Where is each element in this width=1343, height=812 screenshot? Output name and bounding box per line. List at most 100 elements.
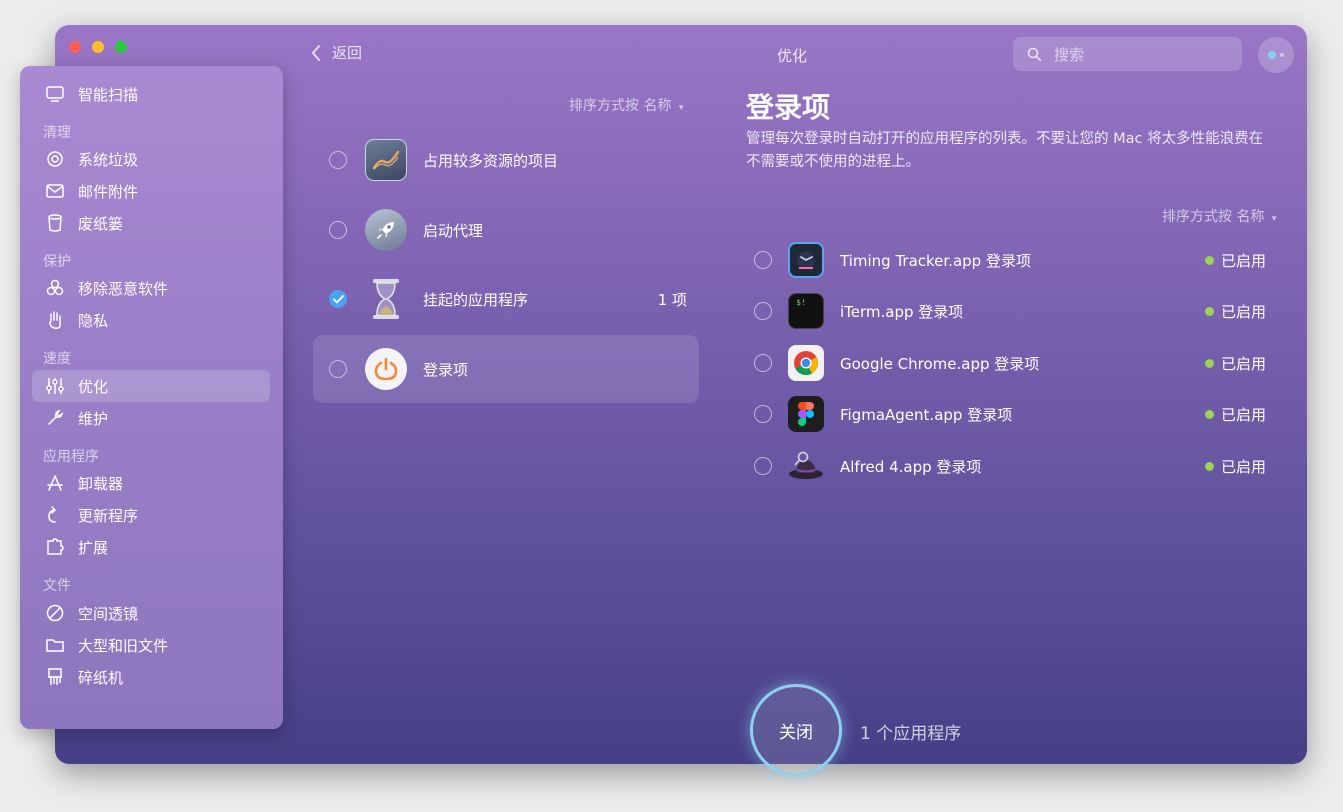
- login-item-label: Alfred 4.app 登录项: [840, 457, 982, 476]
- sidebar-item-maintenance[interactable]: 维护: [32, 402, 270, 434]
- sidebar-item-label: 废纸篓: [78, 214, 124, 233]
- login-item-radio[interactable]: [754, 405, 772, 423]
- status-dot-icon: [1204, 255, 1214, 265]
- lens-icon: [44, 602, 66, 624]
- sidebar-item-label: 邮件附件: [78, 182, 139, 201]
- category-row-hung-applications[interactable]: 挂起的应用程序 1 项: [313, 265, 699, 333]
- sidebar-item-large-old-files[interactable]: 大型和旧文件: [32, 629, 270, 661]
- sidebar-item-system-junk[interactable]: 系统垃圾: [32, 143, 270, 175]
- alfred-hat-icon: [788, 448, 824, 484]
- login-item-label: FigmaAgent.app 登录项: [840, 405, 1013, 424]
- caret-down-icon: ▾: [1271, 214, 1277, 224]
- sidebar-item-mail-attachments[interactable]: 邮件附件: [32, 175, 270, 207]
- login-items-sort-dropdown[interactable]: 排序方式按 名称 ▾: [1162, 206, 1276, 226]
- sidebar-item-label: 移除恶意软件: [78, 279, 169, 298]
- close-window-button[interactable]: [69, 41, 81, 53]
- search-input[interactable]: 搜索: [1013, 37, 1242, 71]
- swirl-icon: [44, 148, 66, 170]
- hand-icon: [44, 309, 66, 331]
- login-item-label: Timing Tracker.app 登录项: [840, 251, 1031, 270]
- category-row-heavy-consumers[interactable]: 占用较多资源的项目: [313, 126, 699, 194]
- status-label: 已启用: [1220, 405, 1266, 424]
- sidebar-item-label: 系统垃圾: [78, 150, 139, 169]
- login-item-row[interactable]: FigmaAgent.app 登录项 已启用: [746, 390, 1276, 438]
- folder-icon: [44, 634, 66, 656]
- search-icon: [1027, 47, 1042, 61]
- apps-icon: [44, 472, 66, 494]
- sort-label: 排序方式按 名称: [1162, 209, 1265, 225]
- hourglass-icon: [365, 278, 407, 320]
- shredder-icon: [44, 666, 66, 688]
- sort-label: 排序方式按 名称: [569, 98, 672, 114]
- status-dot-icon: [1268, 51, 1276, 59]
- sidebar-item-extensions[interactable]: 扩展: [32, 531, 270, 563]
- sidebar-section-speed: 速度: [43, 351, 71, 367]
- sidebar-item-label: 空间透镜: [78, 604, 139, 623]
- sidebar-item-privacy[interactable]: 隐私: [32, 304, 270, 336]
- back-button[interactable]: 返回: [310, 42, 362, 63]
- login-item-row[interactable]: Alfred 4.app 登录项 已启用: [746, 442, 1276, 490]
- sidebar-item-label: 碎纸机: [78, 668, 124, 687]
- category-checkbox-checked[interactable]: [329, 290, 347, 308]
- status-dot-icon: [1204, 409, 1214, 419]
- rocket-icon: [365, 209, 407, 251]
- login-item-radio[interactable]: [754, 354, 772, 372]
- search-placeholder: 搜索: [1054, 45, 1085, 64]
- category-label: 启动代理: [423, 221, 484, 240]
- chevron-left-icon: [311, 44, 320, 61]
- status-label: 已启用: [1220, 302, 1266, 321]
- sidebar-item-optimization[interactable]: 优化: [32, 370, 270, 402]
- sidebar-section-applications: 应用程序: [43, 449, 99, 465]
- close-button-label: 关闭: [779, 722, 813, 743]
- status-dot-icon: [1204, 306, 1214, 316]
- close-button[interactable]: 关闭: [750, 684, 842, 776]
- monitor-icon: [44, 83, 66, 105]
- status-label: 已启用: [1220, 251, 1266, 270]
- sidebar-item-updater[interactable]: 更新程序: [32, 499, 270, 531]
- sidebar-item-trash[interactable]: 废纸篓: [32, 207, 270, 239]
- category-radio[interactable]: [329, 360, 347, 378]
- sidebar-item-label: 大型和旧文件: [78, 636, 169, 655]
- category-row-login-items[interactable]: 登录项: [313, 335, 699, 403]
- category-row-launch-agents[interactable]: 启动代理: [313, 196, 699, 264]
- sidebar-item-space-lens[interactable]: 空间透镜: [32, 597, 270, 629]
- terminal-prompt-icon: $!: [796, 298, 806, 307]
- sidebar-item-shredder[interactable]: 碎纸机: [32, 661, 270, 693]
- selection-summary: 1 个应用程序: [860, 724, 962, 744]
- status-label: 已启用: [1220, 457, 1266, 476]
- sidebar-item-uninstaller[interactable]: 卸载器: [32, 467, 270, 499]
- sidebar-item-label: 维护: [78, 409, 109, 428]
- login-item-radio[interactable]: [754, 302, 772, 320]
- login-item-row[interactable]: $! iTerm.app 登录项 已启用: [746, 287, 1276, 335]
- sidebar-item-label: 优化: [78, 377, 109, 396]
- login-item-radio[interactable]: [754, 457, 772, 475]
- login-item-row[interactable]: Timing Tracker.app 登录项 已启用: [746, 236, 1276, 284]
- status-dot-icon: [1204, 358, 1214, 368]
- login-item-row[interactable]: Google Chrome.app 登录项 已启用: [746, 339, 1276, 387]
- sidebar-item-label: 隐私: [78, 311, 109, 330]
- sidebar-item-smart-scan[interactable]: 智能扫描: [32, 78, 270, 110]
- checkmark-icon: [332, 294, 344, 304]
- sliders-icon: [44, 375, 66, 397]
- chart-icon: [365, 139, 407, 181]
- sidebar-item-malware-removal[interactable]: 移除恶意软件: [32, 272, 270, 304]
- status-badge: 已启用: [1204, 353, 1266, 374]
- category-sort-dropdown[interactable]: 排序方式按 名称 ▾: [569, 95, 683, 115]
- power-icon: [365, 348, 407, 390]
- sidebar-item-label: 智能扫描: [78, 85, 139, 104]
- status-label: 已启用: [1220, 354, 1266, 373]
- page-title: 优化: [777, 47, 808, 65]
- category-count: 1 项: [657, 290, 687, 309]
- login-item-radio[interactable]: [754, 251, 772, 269]
- status-badge: 已启用: [1204, 250, 1266, 271]
- sidebar-section-files: 文件: [43, 578, 71, 594]
- category-radio[interactable]: [329, 151, 347, 169]
- biohazard-icon: [44, 277, 66, 299]
- wrench-icon: [44, 407, 66, 429]
- zoom-window-button[interactable]: [115, 41, 127, 53]
- caret-down-icon: ▾: [678, 103, 684, 113]
- puzzle-icon: [44, 536, 66, 558]
- category-radio[interactable]: [329, 221, 347, 239]
- minimize-window-button[interactable]: [92, 41, 104, 53]
- assistant-button[interactable]: [1258, 37, 1294, 73]
